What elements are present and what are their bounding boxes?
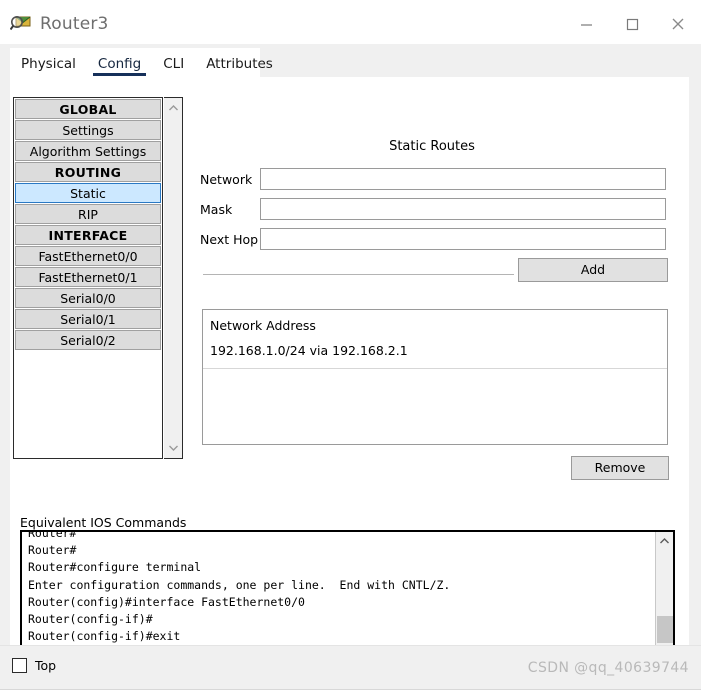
- sidebar-item-fastethernet0-0[interactable]: FastEthernet0/0: [15, 246, 161, 266]
- next-hop-label: Next Hop: [200, 231, 259, 247]
- add-button[interactable]: Add: [518, 258, 668, 282]
- mask-label: Mask: [200, 201, 233, 217]
- tab-cli-label: CLI: [163, 56, 185, 72]
- sidebar-scrollbar[interactable]: [164, 97, 183, 459]
- chevron-up-icon[interactable]: [164, 99, 182, 117]
- window-controls: [563, 4, 701, 44]
- sidebar-item-serial0-1[interactable]: Serial0/1: [15, 309, 161, 329]
- magnifier-envelope-icon: [9, 13, 32, 35]
- tab-config-label: Config: [97, 56, 142, 72]
- network-label: Network: [200, 171, 253, 187]
- sidebar-item-algorithm-settings[interactable]: Algorithm Settings: [15, 141, 161, 161]
- list-item[interactable]: 192.168.1.0/24 via 192.168.2.1: [203, 333, 667, 369]
- window-title: Router3: [40, 14, 109, 34]
- maximize-button[interactable]: [609, 4, 655, 44]
- sidebar-item-serial0-0[interactable]: Serial0/0: [15, 288, 161, 308]
- sidebar-item-routing: ROUTING: [15, 162, 161, 182]
- config-navigation-list[interactable]: GLOBAL Settings Algorithm Settings ROUTI…: [13, 97, 163, 459]
- chevron-up-icon[interactable]: [656, 532, 673, 549]
- tab-cli[interactable]: CLI: [152, 48, 195, 76]
- network-address-column-header: Network Address: [210, 318, 316, 333]
- tab-physical-label: Physical: [21, 56, 76, 72]
- static-routes-list[interactable]: Network Address 192.168.1.0/24 via 192.1…: [202, 309, 668, 445]
- sidebar-item-serial0-2[interactable]: Serial0/2: [15, 330, 161, 350]
- tab-physical[interactable]: Physical: [10, 48, 87, 76]
- next-hop-input[interactable]: [260, 228, 666, 250]
- window-content: Physical Config CLI Attributes GLOBAL Se…: [0, 44, 701, 689]
- router-config-window: Router3 Physical Config CLI Attributes G…: [0, 0, 701, 690]
- mask-field-row: Mask: [200, 197, 666, 221]
- top-checkbox-row[interactable]: Top: [12, 658, 56, 673]
- tab-config[interactable]: Config: [87, 48, 152, 76]
- network-field-row: Network: [200, 167, 666, 191]
- page-title: Static Routes: [389, 139, 475, 154]
- sidebar-item-fastethernet0-1[interactable]: FastEthernet0/1: [15, 267, 161, 287]
- remove-button[interactable]: Remove: [571, 456, 669, 480]
- watermark: CSDN @qq_40639744: [527, 660, 689, 676]
- sidebar-item-settings[interactable]: Settings: [15, 120, 161, 140]
- mask-input[interactable]: [260, 198, 666, 220]
- chevron-down-icon[interactable]: [164, 439, 182, 457]
- tab-attributes-label: Attributes: [206, 56, 273, 72]
- top-checkbox[interactable]: [12, 658, 27, 673]
- console-scrollbar-thumb[interactable]: [657, 616, 673, 643]
- form-divider: [203, 274, 514, 275]
- top-checkbox-label: Top: [35, 658, 57, 673]
- sidebar-item-global: GLOBAL: [15, 99, 161, 119]
- close-button[interactable]: [655, 4, 701, 44]
- tab-attributes[interactable]: Attributes: [195, 48, 284, 76]
- network-input[interactable]: [260, 168, 666, 190]
- bottom-bar: Top CSDN @qq_40639744: [0, 645, 701, 690]
- sidebar-item-static[interactable]: Static: [15, 183, 161, 203]
- minimize-button[interactable]: [563, 4, 609, 44]
- sidebar-item-interface: INTERFACE: [15, 225, 161, 245]
- next-hop-field-row: Next Hop: [200, 227, 666, 251]
- ios-commands-group-label: Equivalent IOS Commands: [20, 515, 191, 530]
- title-bar: Router3: [0, 4, 701, 44]
- sidebar-item-rip[interactable]: RIP: [15, 204, 161, 224]
